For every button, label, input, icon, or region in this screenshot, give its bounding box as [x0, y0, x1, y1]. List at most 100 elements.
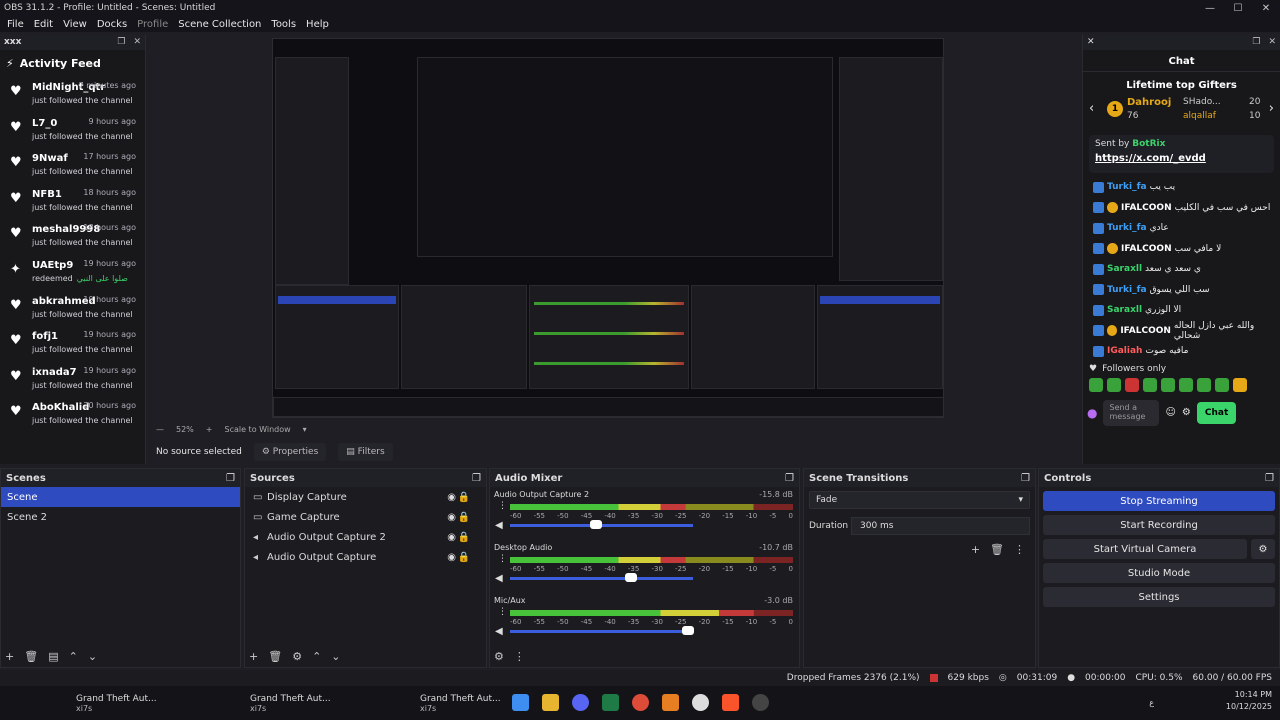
emote-icon[interactable]: [1161, 377, 1175, 392]
chat-user[interactable]: IGaliah: [1107, 346, 1142, 356]
gear-icon[interactable]: ⚙: [292, 650, 302, 663]
close-icon[interactable]: ✕: [133, 37, 141, 47]
filters-button[interactable]: ▤ Filters: [338, 443, 393, 461]
emote-icon[interactable]: [1143, 377, 1157, 392]
emote-icon[interactable]: [1089, 377, 1103, 392]
transition-select[interactable]: Fade ▾: [809, 491, 1030, 509]
chat-user[interactable]: IFALCOON: [1121, 244, 1172, 254]
activity-feed-item[interactable]: ♥ fofj1 19 hours ago just followed the chan…: [0, 326, 145, 362]
source-item[interactable]: ▭ Game Capture ◉ 🔒: [245, 507, 486, 527]
float-icon[interactable]: ❐: [785, 473, 794, 484]
taskbar-window[interactable]: Grand Theft Aut... xi7s: [170, 694, 340, 713]
source-item[interactable]: ◂ Audio Output Capture ◉ 🔒: [245, 547, 486, 567]
lock-icon[interactable]: 🔒: [458, 532, 470, 543]
windows-start-icon[interactable]: [512, 694, 529, 711]
more-icon[interactable]: ⋮: [514, 650, 525, 663]
filter-icon[interactable]: ▤: [48, 650, 58, 663]
menu-file[interactable]: File: [2, 19, 29, 30]
chevron-up-icon[interactable]: ⌃: [69, 650, 78, 663]
pinned-link[interactable]: https://x.com/_evdd: [1095, 153, 1268, 164]
stop-streaming-button[interactable]: Stop Streaming: [1043, 491, 1275, 511]
taskbar-window[interactable]: Grand Theft Aut... xi7s: [340, 694, 510, 713]
discord-icon[interactable]: [572, 694, 589, 711]
fader-knob[interactable]: [590, 520, 602, 529]
close-icon[interactable]: ✕: [1087, 37, 1095, 47]
more-icon[interactable]: ⋮: [498, 607, 507, 617]
chat-user[interactable]: IFALCOON: [1121, 203, 1172, 213]
add-icon[interactable]: +: [249, 650, 258, 663]
emote-picker-icon[interactable]: ☺: [1165, 407, 1175, 418]
clock-time[interactable]: 10:14 PM: [1226, 689, 1272, 701]
menu-help[interactable]: Help: [301, 19, 334, 30]
chat-message[interactable]: Turki_fa سب اللي يسوق: [1083, 280, 1280, 301]
activity-feed-item[interactable]: ♥ ixnada7 19 hours ago just followed the ch…: [0, 362, 145, 398]
activity-feed-item[interactable]: ♥ abkrahmed 19 hours ago just followed the …: [0, 291, 145, 327]
activity-feed-item[interactable]: ♥ meshal9998 18 hours ago just followed the…: [0, 219, 145, 255]
activity-feed-item[interactable]: ♥ AboKhalid 20 hours ago just followed the …: [0, 397, 145, 433]
lock-icon[interactable]: 🔒: [458, 552, 470, 563]
chevron-down-icon[interactable]: ⌄: [331, 650, 340, 663]
chat-message[interactable]: Saraxll الا الوزري: [1083, 300, 1280, 321]
fader-knob[interactable]: [624, 573, 637, 582]
scene-item[interactable]: Scene: [1, 487, 240, 507]
more-icon[interactable]: ⋮: [498, 554, 507, 564]
start-recording-button[interactable]: Start Recording: [1043, 515, 1275, 535]
duration-input[interactable]: 300 ms: [851, 517, 1030, 535]
speaker-icon[interactable]: ◀: [495, 573, 503, 584]
chat-user[interactable]: Turki_fa: [1107, 285, 1147, 295]
lock-icon[interactable]: 🔒: [458, 512, 470, 523]
float-icon[interactable]: ❐: [1021, 473, 1030, 484]
chrome-icon[interactable]: [632, 694, 649, 711]
chat-message[interactable]: Turki_fa عادي: [1083, 218, 1280, 239]
chevron-down-icon[interactable]: ▾: [303, 425, 307, 434]
speaker-icon[interactable]: ◀: [495, 520, 503, 531]
source-item[interactable]: ◂ Audio Output Capture 2 ◉ 🔒: [245, 527, 486, 547]
activity-feed-item[interactable]: ♥ MidNight_qtr 7 minutes ago just followed …: [0, 77, 145, 113]
close-icon[interactable]: ✕: [1252, 0, 1280, 16]
speaker-icon[interactable]: ◀: [495, 626, 503, 637]
trash-icon[interactable]: 🗑: [24, 650, 38, 663]
emote-icon[interactable]: [1179, 377, 1193, 392]
emote-icon[interactable]: [1125, 377, 1139, 392]
chevron-down-icon[interactable]: ⌄: [88, 650, 97, 663]
chat-user[interactable]: Saraxll: [1107, 264, 1142, 274]
menu-docks[interactable]: Docks: [92, 19, 132, 30]
scene-item[interactable]: Scene 2: [1, 507, 240, 527]
zoom-in-button[interactable]: +: [206, 425, 213, 434]
float-icon[interactable]: ❐: [1252, 37, 1260, 47]
preview-canvas[interactable]: [272, 38, 944, 418]
chevron-left-icon[interactable]: ‹: [1089, 101, 1094, 116]
studio-mode-button[interactable]: Studio Mode: [1043, 563, 1275, 583]
chevron-up-icon[interactable]: ⌃: [312, 650, 321, 663]
chat-message[interactable]: IFALCOON احس في سب في الكليب: [1083, 198, 1280, 219]
emote-icon[interactable]: [1233, 377, 1247, 392]
menu-view[interactable]: View: [58, 19, 92, 30]
chat-send-button[interactable]: Chat: [1196, 401, 1237, 424]
menu-scene-collection[interactable]: Scene Collection: [173, 19, 266, 30]
menu-tools[interactable]: Tools: [266, 19, 301, 30]
volume-fader[interactable]: [510, 520, 693, 529]
gear-icon[interactable]: ⚙: [1182, 407, 1191, 418]
chat-message[interactable]: IFALCOON لا مافي سب: [1083, 239, 1280, 260]
trash-icon[interactable]: 🗑: [990, 543, 1004, 556]
chat-user[interactable]: Turki_fa: [1107, 223, 1147, 233]
excel-icon[interactable]: [602, 694, 619, 711]
menu-profile[interactable]: Profile: [132, 19, 173, 30]
float-icon[interactable]: ❐: [226, 473, 235, 484]
chevron-right-icon[interactable]: ›: [1269, 101, 1274, 116]
eye-icon[interactable]: ◉: [447, 552, 456, 563]
properties-button[interactable]: ⚙ Properties: [253, 443, 327, 461]
emote-icon[interactable]: [1107, 377, 1121, 392]
app-icon[interactable]: [662, 694, 679, 711]
close-icon[interactable]: ✕: [1268, 37, 1276, 47]
chat-message[interactable]: IFALCOON والله عبي دازل الحاله شحالي: [1083, 321, 1280, 342]
trash-icon[interactable]: 🗑: [268, 650, 282, 663]
activity-feed-item[interactable]: ♥ 9Nwaf 17 hours ago just followed the chan…: [0, 148, 145, 184]
emote-icon[interactable]: [1197, 377, 1211, 392]
chat-user[interactable]: Saraxll: [1107, 305, 1142, 315]
app-icon[interactable]: [752, 694, 769, 711]
folder-icon[interactable]: [542, 694, 559, 711]
settings-button[interactable]: Settings: [1043, 587, 1275, 607]
mic-icon[interactable]: ●: [1087, 406, 1097, 420]
chat-message[interactable]: Turki_fa يب يب: [1083, 177, 1280, 198]
